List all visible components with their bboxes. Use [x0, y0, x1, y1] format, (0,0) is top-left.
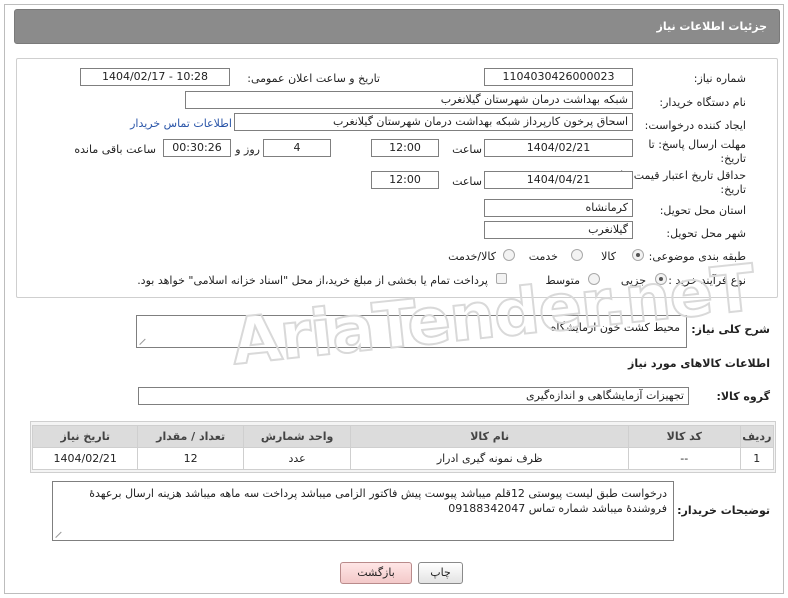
cell-date: 1404/02/21: [31, 447, 139, 470]
need-number-label: شماره نیاز:: [693, 72, 746, 85]
validity-date-field: 1404/04/21: [484, 171, 633, 189]
table-header-row: ردیف کد کالا نام کالا واحد شمارش تعداد /…: [31, 425, 775, 448]
deadline-time-label: ساعت: [452, 143, 482, 156]
category-service-radio[interactable]: [571, 249, 583, 261]
summary-textarea[interactable]: محیط کشت خون ازمایشگاه: [136, 315, 687, 348]
page-header: جزئیات اطلاعات نیاز: [14, 9, 780, 44]
resize-grip-icon[interactable]: [140, 337, 148, 345]
city-label: شهر محل تحویل:: [666, 227, 746, 240]
province-label: استان محل تحویل:: [659, 204, 746, 217]
goods-group-field: تجهیزات آزمایشگاهی و اندازه‌گیری: [138, 387, 689, 405]
col-date-header: تاریخ نیاز: [31, 425, 139, 448]
deadline-days-field: 4: [263, 139, 331, 157]
col-code-header: کد کالا: [627, 425, 741, 448]
buyer-notes-textarea[interactable]: درخواست طبق لیست پیوستی 12قلم میباشد پیو…: [52, 481, 674, 541]
cell-name: ظرف نمونه گیری ادرار: [350, 447, 629, 470]
purchase-medium-radio[interactable]: [588, 273, 600, 285]
col-qty-header: تعداد / مقدار: [137, 425, 244, 448]
cell-qty: 12: [137, 447, 244, 470]
buyer-org-label: نام دستگاه خریدار:: [659, 96, 746, 109]
province-field: کرمانشاه: [484, 199, 633, 217]
col-row-header: ردیف: [739, 425, 775, 448]
page-title: جزئیات اطلاعات نیاز: [656, 20, 768, 33]
buyer-notes-label: توضیحات خریدار:: [677, 504, 770, 517]
deadline-days-label: روز و: [235, 143, 260, 156]
col-name-header: نام کالا: [350, 425, 629, 448]
remaining-time-field: 00:30:26: [163, 139, 231, 157]
print-button[interactable]: چاپ: [418, 562, 463, 584]
validity-time-field: 12:00: [371, 171, 439, 189]
need-number-field: 1104030426000023: [484, 68, 633, 86]
summary-label: شرح کلی نیاز:: [691, 323, 770, 336]
requester-field: اسحاق پرخون کارپرداز شبکه بهداشت درمان ش…: [234, 113, 633, 131]
buyer-org-field: شبکه بهداشت درمان شهرستان گیلانغرب: [185, 91, 633, 109]
category-goods-label: کالا: [601, 250, 616, 263]
category-goods-service-radio[interactable]: [503, 249, 515, 261]
purchase-minor-label: جزیی: [620, 274, 646, 287]
announce-field: 1404/02/17 - 10:28: [80, 68, 230, 86]
cell-row: 1: [739, 447, 775, 470]
requester-label: ایجاد کننده درخواست:: [644, 119, 746, 132]
goods-section-title: اطلاعات کالاهای مورد نیاز: [628, 357, 770, 370]
table-row[interactable]: 1 -- ظرف نمونه گیری ادرار عدد 12 1404/02…: [31, 447, 775, 470]
purchase-minor-radio[interactable]: [655, 273, 667, 285]
deadline-time-field: 12:00: [371, 139, 439, 157]
buyer-notes-text: درخواست طبق لیست پیوستی 12قلم میباشد پیو…: [89, 487, 667, 515]
treasury-note: پرداخت تمام یا بخشی از مبلغ خرید،از محل …: [137, 274, 488, 287]
cell-code: --: [627, 447, 741, 470]
summary-text: محیط کشت خون ازمایشگاه: [550, 321, 680, 334]
category-service-label: خدمت: [528, 250, 558, 263]
treasury-checkbox[interactable]: [496, 273, 507, 284]
remaining-time-label: ساعت باقی مانده: [74, 143, 156, 156]
category-goods-service-label: کالا/خدمت: [448, 250, 496, 263]
goods-table: ردیف کد کالا نام کالا واحد شمارش تعداد /…: [31, 425, 775, 470]
announce-label: تاریخ و ساعت اعلان عمومی:: [247, 72, 380, 85]
back-button[interactable]: بازگشت: [340, 562, 412, 584]
city-field: گیلانغرب: [484, 221, 633, 239]
purchase-medium-label: متوسط: [545, 274, 580, 287]
buyer-contact-link[interactable]: اطلاعات تماس خریدار: [130, 117, 232, 130]
resize-grip-icon[interactable]: [56, 530, 64, 538]
col-unit-header: واحد شمارش: [242, 425, 352, 448]
category-goods-radio[interactable]: [632, 249, 644, 261]
deadline-label: مهلت ارسال پاسخ: تا تاریخ:: [648, 138, 746, 165]
deadline-date-field: 1404/02/21: [484, 139, 633, 157]
category-label: طبقه بندی موضوعی:: [648, 250, 746, 263]
goods-group-label: گروه کالا:: [716, 390, 770, 403]
cell-unit: عدد: [242, 447, 352, 470]
purchase-type-label: نوع فرآیند خرید :: [668, 274, 746, 287]
validity-time-label: ساعت: [452, 175, 482, 188]
